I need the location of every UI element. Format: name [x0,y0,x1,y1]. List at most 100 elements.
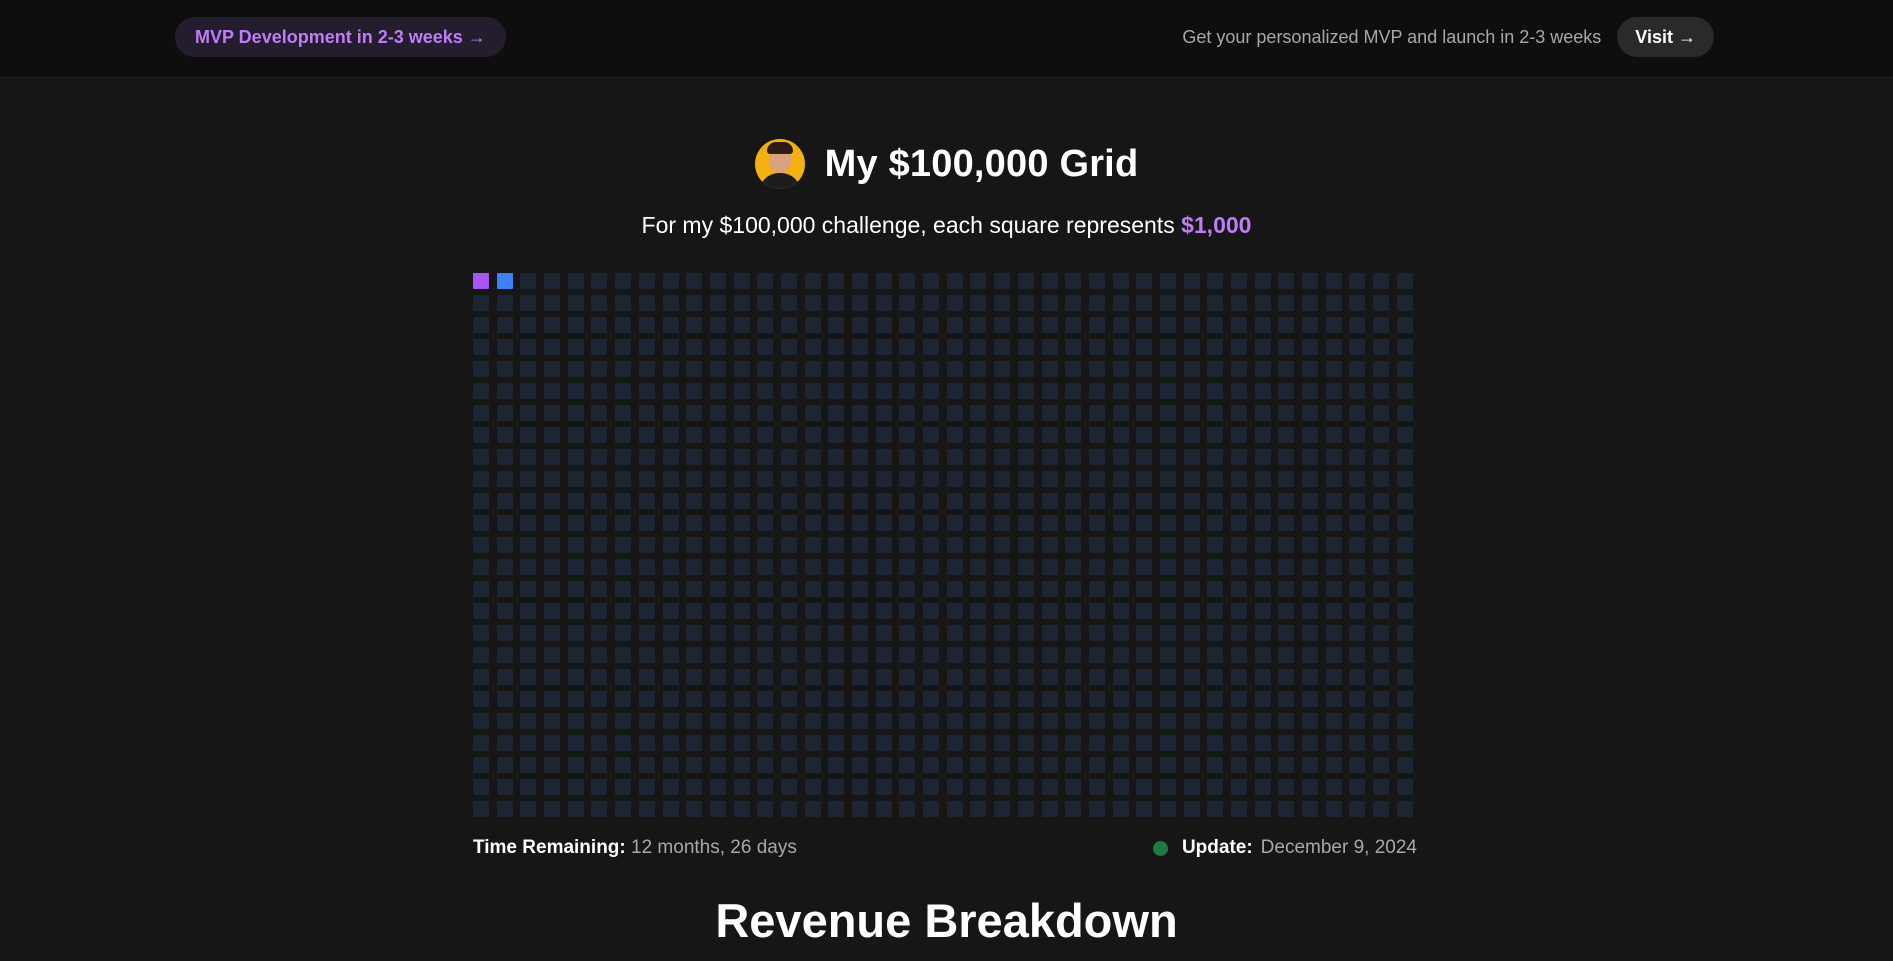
grid-square [1278,405,1295,421]
visit-button[interactable]: Visit → [1617,17,1714,57]
grid-square [804,405,821,421]
grid-square [686,471,703,487]
grid-square [970,471,987,487]
grid-square [1017,801,1034,817]
grid-square [1017,493,1034,509]
grid-square [591,559,608,575]
grid-square [757,559,774,575]
grid-square [970,625,987,641]
grid-square [733,801,750,817]
grid-square [923,471,940,487]
grid-square [1231,735,1247,751]
grid-square [1254,449,1271,465]
grid-square [638,801,655,817]
grid-square [662,757,679,773]
grid-square [662,669,679,685]
grid-square [899,405,916,421]
grid-square [567,493,584,509]
grid-square [923,449,940,465]
grid-square [733,537,750,553]
grid-square [994,735,1011,751]
grid-square [1017,691,1034,707]
avatar [754,139,805,189]
grid-square [1136,647,1153,663]
grid-square [757,383,774,399]
grid-square [780,713,797,729]
grid-square [1159,383,1176,399]
grid-square [1302,273,1319,289]
grid-square [1231,383,1247,399]
grid-square [780,361,797,377]
grid-square [757,515,774,531]
grid-square [1183,273,1200,289]
grid-square [686,493,703,509]
grid-square [1088,295,1105,311]
grid-square [544,581,561,597]
mvp-development-link[interactable]: MVP Development in 2-3 weeks → [175,17,506,57]
grid-square [1349,647,1366,663]
grid-square [686,625,703,641]
grid-square [662,493,679,509]
grid-square [899,515,916,531]
grid-square [1349,471,1366,487]
grid-square [1207,801,1224,817]
grid-square [591,757,608,773]
grid-square [1396,493,1413,509]
grid-square [1254,625,1271,641]
grid-square [1349,735,1366,751]
grid-square [828,801,845,817]
grid-square [1136,383,1153,399]
grid-square [1207,735,1224,751]
grid-square [733,273,750,289]
grid-square [520,669,537,685]
grid-square [1231,757,1247,773]
top-right-group: Get your personalized MVP and launch in … [1182,17,1714,57]
grid-square [946,581,963,597]
grid-square [591,493,608,509]
grid-square [473,383,489,399]
grid-square [757,801,774,817]
grid-square [1112,735,1129,751]
grid-square [638,405,655,421]
grid-square [662,317,679,333]
grid-square [1017,625,1034,641]
grid-square [780,427,797,443]
grid-square [496,669,513,685]
grid-square [1112,779,1129,795]
grid-square [520,691,537,707]
grid-square [638,515,655,531]
grid-square [662,471,679,487]
grid-square [1017,449,1034,465]
grid-square [733,449,750,465]
grid-square [994,427,1011,443]
grid-square [1207,603,1224,619]
grid-square [852,647,868,663]
grid-square [686,779,703,795]
grid-square [638,471,655,487]
grid-square [757,603,774,619]
grid-square [923,295,940,311]
grid-square [662,603,679,619]
grid-square [923,779,940,795]
grid-square [638,669,655,685]
grid-square [1325,757,1342,773]
grid-square [662,383,679,399]
grid-square [780,669,797,685]
grid-square [567,757,584,773]
grid-square [709,801,726,817]
grid-square [1302,581,1319,597]
grid-square [804,339,821,355]
grid-square [1183,471,1200,487]
grid-square [1349,713,1366,729]
grid-square [567,383,584,399]
grid-square [1396,427,1413,443]
grid-square [1278,295,1295,311]
grid-square [804,295,821,311]
grid-square [946,669,963,685]
grid-square [780,471,797,487]
grid-square [591,537,608,553]
grid-square [1041,647,1058,663]
grid-square [1349,669,1366,685]
grid-square [899,273,916,289]
grid-square [1065,603,1082,619]
